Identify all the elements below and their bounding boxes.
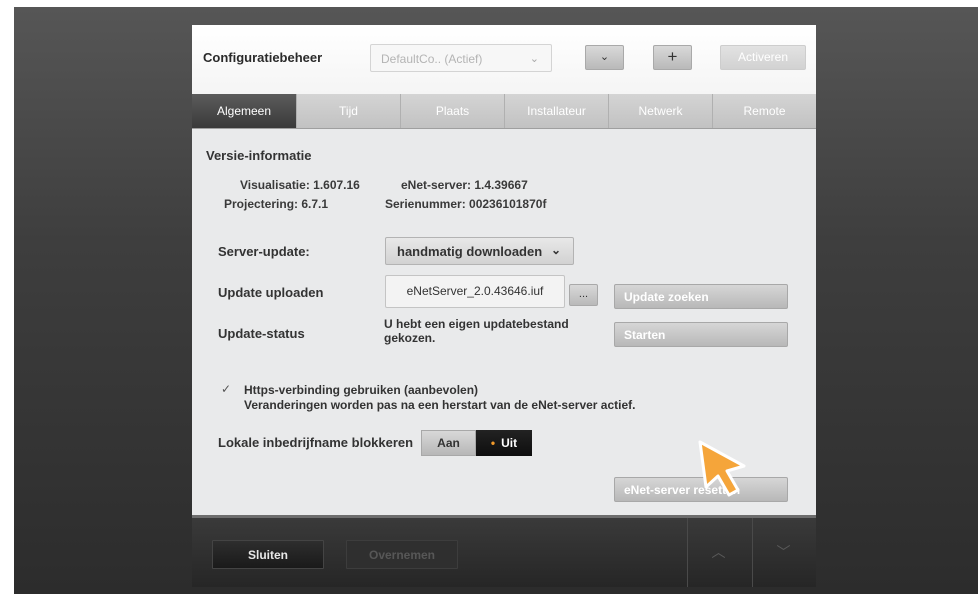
server-update-label: Server-update:	[218, 244, 310, 259]
configuration-select[interactable]: DefaultCo.. (Actief) ⌄	[370, 44, 552, 72]
start-button[interactable]: Starten	[614, 322, 788, 347]
dialog-title: Configuratiebeheer	[203, 50, 323, 65]
activate-button[interactable]: Activeren	[720, 45, 806, 70]
projectering-version: Projectering: 6.7.1	[224, 197, 329, 211]
selected-dot-icon: •	[490, 436, 496, 450]
browse-button[interactable]: ...	[569, 284, 598, 306]
tab-plaats[interactable]: Plaats	[401, 94, 505, 128]
dialog-footer: Sluiten Overnemen ︿ ﹀	[192, 515, 816, 587]
chevron-down-icon: ⌄	[599, 51, 610, 63]
configuration-select-value: DefaultCo.. (Actief)	[381, 52, 483, 66]
update-status-label: Update-status	[218, 326, 305, 341]
close-button[interactable]: Sluiten	[212, 540, 324, 569]
scroll-down-button[interactable]: ﹀	[752, 518, 814, 587]
tab-bar: Algemeen Tijd Plaats Installateur Netwer…	[192, 94, 816, 129]
enet-server-version: eNet-server: 1.4.39667	[401, 178, 528, 192]
toggle-on-option[interactable]: Aan	[421, 430, 476, 456]
visualisatie-version: Visualisatie: 1.607.16	[240, 178, 360, 192]
tab-content: Versie-informatie Visualisatie: 1.607.16…	[192, 130, 816, 515]
configuration-dialog: Configuratiebeheer DefaultCo.. (Actief) …	[192, 25, 816, 587]
https-option-text: Https-verbinding gebruiken (aanbevolen) …	[244, 383, 635, 413]
tab-tijd[interactable]: Tijd	[297, 94, 401, 128]
chevron-down-icon: ﹀	[776, 544, 791, 560]
local-block-label: Lokale inbedrijfname blokkeren	[218, 435, 414, 450]
tab-remote[interactable]: Remote	[713, 94, 816, 128]
update-upload-label: Update uploaden	[218, 285, 324, 300]
plus-icon: +	[667, 47, 678, 66]
add-config-button[interactable]: +	[653, 45, 692, 70]
tab-installateur[interactable]: Installateur	[505, 94, 609, 128]
update-status-line-2: gekozen.	[384, 331, 436, 345]
toggle-off-option[interactable]: • Uit	[476, 430, 532, 456]
update-search-button[interactable]: Update zoeken	[614, 284, 788, 309]
chevron-up-icon: ︿	[711, 544, 726, 560]
tab-algemeen[interactable]: Algemeen	[192, 94, 297, 128]
dialog-header: Configuratiebeheer DefaultCo.. (Actief) …	[192, 25, 816, 94]
chevron-down-icon: ⌄	[550, 243, 561, 257]
server-update-value: handmatig downloaden	[397, 244, 543, 259]
https-option-label: Https-verbinding gebruiken (aanbevolen)	[244, 383, 479, 397]
pointer-cursor-icon	[698, 440, 746, 497]
https-option-note: Veranderingen worden pas na een herstart…	[244, 398, 636, 412]
toggle-off-label: Uit	[501, 436, 518, 450]
update-status-line-1: U hebt een eigen updatebestand	[384, 317, 569, 331]
update-file-field[interactable]: eNetServer_2.0.43646.iuf	[385, 275, 565, 308]
tab-netwerk[interactable]: Netwerk	[609, 94, 713, 128]
chevron-down-icon: ⌄	[529, 53, 539, 65]
local-block-toggle[interactable]: Aan • Uit	[421, 430, 532, 456]
https-checkbox[interactable]: ✓	[221, 382, 231, 396]
serial-number: Serienummer: 00236101870f	[385, 197, 547, 211]
server-update-select[interactable]: handmatig downloaden ⌄	[385, 237, 574, 265]
update-status-text: U hebt een eigen updatebestand gekozen.	[384, 317, 569, 345]
config-menu-button[interactable]: ⌄	[585, 45, 624, 70]
scroll-up-button[interactable]: ︿	[687, 518, 749, 587]
apply-button[interactable]: Overnemen	[346, 540, 458, 569]
version-section-title: Versie-informatie	[206, 148, 312, 163]
